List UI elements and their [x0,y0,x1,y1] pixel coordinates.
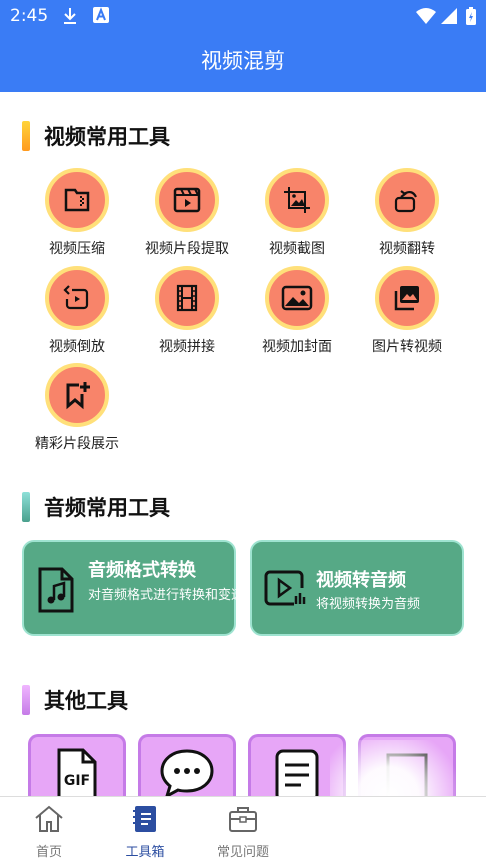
zip-file-icon [64,188,90,212]
battery-icon [466,7,476,25]
section-accent-bar [22,121,30,151]
status-bar: 2:45 [0,0,486,32]
tool-gif[interactable]: GIF [28,734,126,798]
film-strip-icon [176,284,198,312]
tool-video-flip[interactable]: 视频翻转 [352,168,462,258]
download-icon [64,8,76,24]
tool-document[interactable] [248,734,346,798]
tab-faq[interactable]: 常见问题 [198,803,288,860]
section-title-audio: 音频常用工具 [22,492,170,522]
tab-toolbox[interactable]: 工具箱 [100,803,190,860]
tool-video-screenshot[interactable]: 视频截图 [242,168,352,258]
status-time: 2:45 [10,6,49,26]
svg-text:GIF: GIF [64,773,90,789]
tool-video-clip-extract[interactable]: 视频片段提取 [132,168,242,258]
bottom-tab-bar: 首页 工具箱 常见问题 [0,796,486,864]
rewind-icon [63,285,89,310]
app-bar: 视频混剪 [0,32,486,92]
tool-highlight-show[interactable]: 精彩片段展示 [22,363,132,453]
tool-frame[interactable] [358,734,456,798]
home-icon [35,805,63,832]
tool-video-reverse[interactable]: 视频倒放 [22,266,132,356]
section-title-other: 其他工具 [22,685,128,715]
audio-format-convert-card[interactable]: 音频格式转换 对音频格式进行转换和变速 [22,540,244,636]
page-title: 视频混剪 [201,49,285,73]
chat-bubble-icon [160,749,214,798]
document-icon [275,749,319,798]
toolbox-icon [133,806,156,832]
tab-home[interactable]: 首页 [4,803,94,860]
gif-file-icon: GIF [57,748,97,798]
tool-video-compress[interactable]: 视频压缩 [22,168,132,258]
photos-icon [394,286,419,311]
rotate-icon [394,190,417,213]
image-crop-icon [284,187,310,213]
video-to-audio-card[interactable]: 视频转音频 将视频转换为音频 [250,540,464,636]
picture-icon [281,285,313,311]
tool-chat[interactable] [138,734,236,798]
notification-a-icon [93,7,109,23]
tool-video-add-cover[interactable]: 视频加封面 [242,266,352,356]
section-title-video: 视频常用工具 [22,121,170,151]
section-accent-bar [22,685,30,715]
frame-icon [386,753,428,798]
video-to-audio-icon [264,570,306,606]
tool-video-merge[interactable]: 视频拼接 [132,266,242,356]
music-file-icon [38,567,74,613]
section-accent-bar [22,492,30,522]
film-clip-icon [173,187,201,213]
bookmark-plus-icon [66,382,90,410]
tool-image-to-video[interactable]: 图片转视频 [352,266,462,356]
wifi-icon [416,8,436,24]
briefcase-icon [229,807,257,832]
signal-icon [441,8,457,24]
